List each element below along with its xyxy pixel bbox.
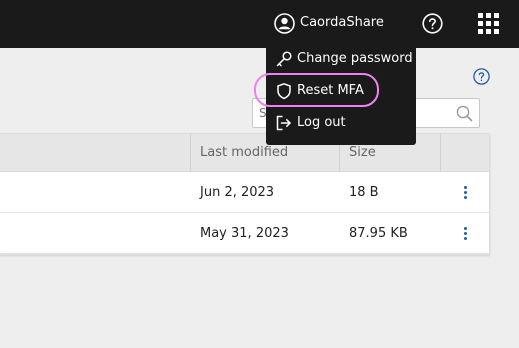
menu-item-change-password[interactable]: Change password bbox=[266, 44, 416, 74]
menu-item-label: Reset MFA bbox=[297, 83, 364, 98]
logout-icon bbox=[276, 115, 291, 131]
user-avatar-icon bbox=[274, 12, 295, 34]
user-dropdown-menu: Change password Reset MFA Log out bbox=[266, 44, 416, 145]
cell-last-modified: Jun 2, 2023 bbox=[200, 185, 275, 200]
page-help-icon[interactable] bbox=[473, 68, 490, 85]
table-row[interactable]: Jun 2, 2023 18 B bbox=[0, 173, 489, 213]
row-actions-menu-icon[interactable] bbox=[462, 227, 468, 242]
search-icon[interactable] bbox=[456, 105, 473, 122]
cell-size: 87.95 KB bbox=[349, 226, 408, 241]
user-name: CaordaShare bbox=[300, 15, 384, 30]
app-grid-icon[interactable] bbox=[478, 13, 499, 34]
file-table: Last modified Size Jun 2, 2023 18 B May … bbox=[0, 133, 490, 255]
shield-icon bbox=[277, 83, 291, 100]
column-divider bbox=[440, 134, 441, 172]
menu-item-label: Log out bbox=[297, 115, 346, 130]
user-menu-button[interactable]: CaordaShare bbox=[274, 12, 384, 34]
row-actions-menu-icon[interactable] bbox=[462, 186, 468, 201]
menu-item-label: Change password bbox=[297, 51, 413, 66]
menu-item-reset-mfa[interactable]: Reset MFA bbox=[266, 76, 416, 106]
table-row[interactable]: May 31, 2023 87.95 KB bbox=[0, 214, 489, 254]
cell-last-modified: May 31, 2023 bbox=[200, 226, 289, 241]
column-divider bbox=[190, 134, 191, 172]
cell-size: 18 B bbox=[349, 185, 379, 200]
help-icon[interactable] bbox=[422, 13, 443, 34]
top-bar: CaordaShare bbox=[0, 0, 519, 48]
menu-item-log-out[interactable]: Log out bbox=[266, 108, 416, 138]
key-icon bbox=[276, 51, 292, 67]
